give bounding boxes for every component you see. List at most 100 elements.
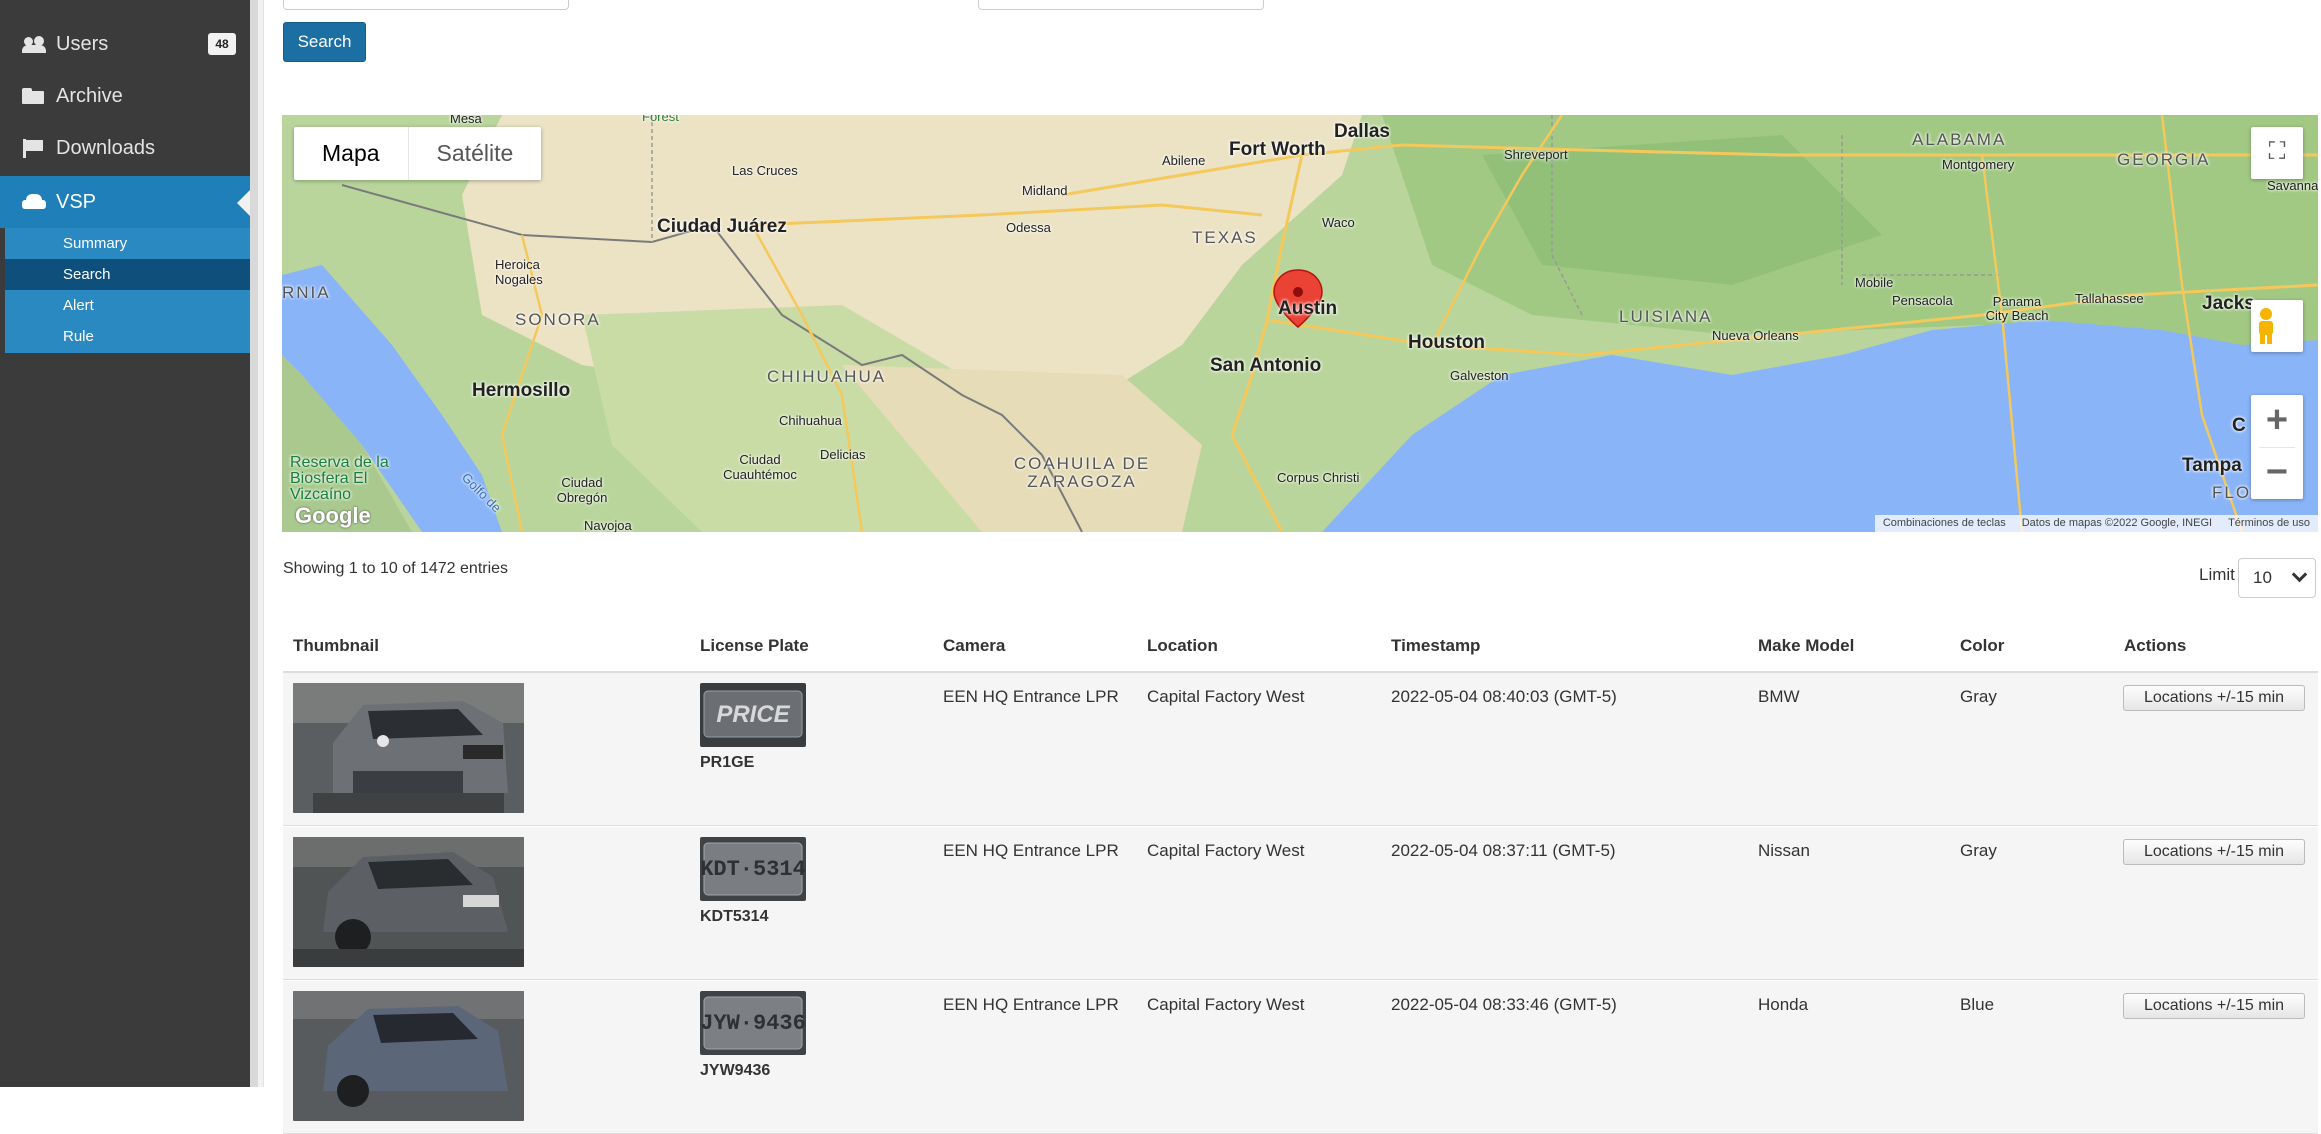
vehicle-thumbnail[interactable] (293, 991, 524, 1121)
sidebar: Users 48 Archive Downloads VSP Summary S… (0, 0, 250, 1087)
google-logo: Google (295, 503, 371, 528)
map-label: Galveston (1450, 368, 1509, 383)
make-model-cell: Nissan (1758, 841, 1810, 860)
map-label: Nueva Orleans (1712, 328, 1799, 343)
sidebar-item-label: Downloads (56, 136, 155, 159)
map-tab-map[interactable]: Mapa (294, 127, 409, 180)
location-cell: Capital Factory West (1147, 841, 1305, 860)
table-row: PRICE PR1GE EEN HQ Entrance LPR Capital … (283, 673, 2318, 826)
subnav-item-rule[interactable]: Rule (5, 321, 250, 352)
plate-image-text: PRICE (716, 701, 790, 728)
make-model-cell: Honda (1758, 995, 1809, 1014)
sidebar-item-label: Archive (56, 84, 123, 107)
col-header-camera[interactable]: Camera (943, 636, 1005, 656)
map-label: Mesa (450, 115, 482, 126)
map-label: TEXAS (1192, 228, 1258, 247)
map[interactable]: Fort Worth Dallas Abilene Shreveport ALA… (282, 115, 2318, 532)
locations-button[interactable]: Locations +/-15 min (2123, 993, 2305, 1019)
locations-button[interactable]: Locations +/-15 min (2123, 685, 2305, 711)
subnav-item-search[interactable]: Search (5, 259, 250, 290)
plate-image[interactable]: PRICE (700, 683, 806, 747)
sidebar-item-users[interactable]: Users 48 (0, 18, 250, 70)
camera-cell: EEN HQ Entrance LPR (943, 995, 1119, 1014)
camera-cell: EEN HQ Entrance LPR (943, 687, 1119, 706)
search-button[interactable]: Search (283, 22, 366, 62)
map-label: Corpus Christi (1277, 470, 1360, 485)
map-label: COAHUILA DE ZARAGOZA (1013, 454, 1151, 491)
map-label: Navojoa (584, 518, 632, 532)
color-cell: Blue (1960, 995, 1995, 1014)
map-label: Hermosillo (472, 380, 571, 401)
limit-select[interactable]: 10 (2238, 558, 2316, 598)
map-label: ALABAMA (1912, 130, 2007, 149)
terms-link[interactable]: Términos de uso (2228, 515, 2310, 532)
sidebar-item-archive[interactable]: Archive (0, 70, 250, 122)
map-label: Austin (1278, 298, 1338, 319)
subnav-item-summary[interactable]: Summary (5, 228, 250, 259)
map-label: Midland (1022, 183, 1068, 198)
timestamp-cell: 2022-05-04 08:33:46 (GMT-5) (1391, 995, 1617, 1014)
map-label: Houston (1408, 332, 1486, 353)
zoom-out-button[interactable]: − (2251, 447, 2303, 499)
filter-input-right[interactable] (978, 0, 1264, 10)
col-header-thumbnail[interactable]: Thumbnail (293, 636, 379, 656)
limit-label: Limit (2199, 565, 2235, 584)
keyboard-shortcuts-link[interactable]: Combinaciones de teclas (1883, 515, 2006, 532)
col-header-location[interactable]: Location (1147, 636, 1218, 656)
map-label: Abilene (1162, 153, 1206, 168)
fullscreen-button[interactable]: ⛶ (2251, 127, 2303, 179)
map-label: Pensacola (1892, 293, 1953, 308)
map-label: Tallahassee (2075, 291, 2144, 306)
sidebar-item-downloads[interactable]: Downloads (0, 122, 250, 174)
sidebar-divider (250, 0, 258, 1087)
map-label: LUISIANA (1619, 307, 1713, 326)
map-label: Waco (1322, 215, 1355, 230)
col-header-make-model[interactable]: Make Model (1758, 636, 1854, 656)
map-label: Panama City Beach (1985, 294, 2049, 323)
vehicle-thumbnail[interactable] (293, 683, 524, 813)
location-cell: Capital Factory West (1147, 687, 1305, 706)
zoom-in-button[interactable]: + (2251, 395, 2303, 447)
map-label: Shreveport (1504, 147, 1568, 162)
locations-button[interactable]: Locations +/-15 min (2123, 839, 2305, 865)
map-label: Heroica Nogales (495, 257, 543, 287)
map-type-control: Mapa Satélite (294, 127, 542, 180)
map-tab-satellite[interactable]: Satélite (409, 127, 542, 180)
map-label: Dallas (1334, 121, 1390, 142)
sidebar-divider (258, 0, 264, 1087)
folder-open-icon (22, 86, 48, 106)
vsp-subnav: Summary Search Alert Rule (5, 228, 250, 353)
vehicle-thumbnail[interactable] (293, 837, 524, 967)
map-data-credit: Datos de mapas ©2022 Google, INEGI (2021, 517, 2213, 529)
car-icon (22, 192, 48, 212)
fullscreen-icon: ⛶ (2268, 138, 2286, 165)
plate-image[interactable]: KDT·5314 (700, 837, 806, 901)
col-header-license-plate[interactable]: License Plate (700, 636, 809, 656)
pegman-icon (2259, 308, 2273, 344)
subnav-item-alert[interactable]: Alert (5, 290, 250, 321)
map-attribution: Combinaciones de teclas Datos de mapas ©… (1874, 515, 2318, 532)
map-label: Savanna (2267, 178, 2318, 193)
map-label: Mobile (1855, 275, 1894, 290)
street-view-button[interactable] (2251, 300, 2303, 352)
map-label: Tampa (2182, 455, 2242, 476)
col-header-color[interactable]: Color (1960, 636, 2004, 656)
table-row: KDT·5314 KDT5314 EEN HQ Entrance LPR Cap… (283, 827, 2318, 980)
sidebar-item-label: VSP (56, 190, 97, 213)
sidebar-item-vsp[interactable]: VSP (0, 176, 250, 228)
timestamp-cell: 2022-05-04 08:37:11 (GMT-5) (1391, 841, 1616, 860)
filter-input-left[interactable] (283, 0, 569, 10)
plate-number: KDT5314 (700, 908, 769, 925)
users-count-badge: 48 (208, 33, 236, 55)
map-label: RNIA (282, 283, 331, 302)
camera-cell: EEN HQ Entrance LPR (943, 841, 1119, 860)
chevron-down-icon (2291, 566, 2308, 583)
map-label: Delicias (820, 447, 866, 462)
col-header-timestamp[interactable]: Timestamp (1391, 636, 1480, 656)
active-indicator (237, 190, 250, 216)
plate-image[interactable]: JYW·9436 (700, 991, 806, 1055)
plate-number: PR1GE (700, 754, 755, 771)
color-cell: Gray (1960, 841, 1997, 860)
timestamp-cell: 2022-05-04 08:40:03 (GMT-5) (1391, 687, 1617, 706)
limit-value: 10 (2253, 568, 2272, 587)
